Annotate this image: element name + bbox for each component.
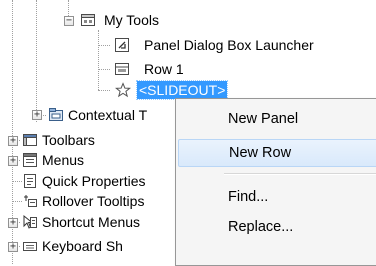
menu-separator <box>224 173 376 175</box>
menu-item-find[interactable]: Find... <box>178 183 376 211</box>
expand-toggle[interactable]: + <box>8 218 18 228</box>
tree-line <box>98 90 110 91</box>
tree-item-label: Quick Properties <box>42 173 146 189</box>
menu-item-new-row[interactable]: New Row <box>178 139 376 167</box>
tree-item-label: Shortcut Menus <box>42 214 141 230</box>
menu-item-replace[interactable]: Replace... <box>178 213 376 241</box>
tree-item-row-1[interactable]: Row 1 <box>142 59 186 79</box>
shortcut-menus-icon <box>23 214 37 229</box>
row-icon <box>115 63 129 75</box>
menu-item-new-panel[interactable]: New Panel <box>178 105 376 133</box>
keyboard-shortcuts-icon <box>23 242 37 251</box>
tree-item-label: Panel Dialog Box Launcher <box>144 37 314 53</box>
menus-icon <box>23 153 37 167</box>
tree-item-my-tools[interactable]: My Tools <box>102 10 161 30</box>
menu-item-label: Find... <box>228 189 269 205</box>
tree-item-label: My Tools <box>104 12 159 28</box>
tree-item-slideout[interactable]: <SLIDEOUT> <box>135 80 229 100</box>
context-menu: New Panel New Row Find... Replace... <box>175 98 376 266</box>
tree-line <box>98 30 99 90</box>
tree-item-contextual-tab-states[interactable]: Contextual T <box>66 105 149 125</box>
tree-item-toolbars[interactable]: Toolbars <box>40 130 97 150</box>
tree-item-label: <SLIDEOUT> <box>135 80 229 100</box>
contextual-tabs-icon <box>49 108 63 121</box>
menu-item-label: Replace... <box>228 219 294 235</box>
tree-item-label: Keyboard Sh <box>42 238 123 254</box>
tree-item-menus[interactable]: Menus <box>40 150 86 170</box>
panel-folder-icon <box>81 14 95 26</box>
tree-line <box>12 201 22 202</box>
menu-item-label: New Row <box>229 145 292 161</box>
tree-item-shortcut-menus[interactable]: Shortcut Menus <box>40 212 142 232</box>
tree-item-keyboard-shortcuts[interactable]: Keyboard Sh <box>40 236 125 256</box>
star-icon <box>115 82 131 98</box>
tree-item-label: Toolbars <box>42 132 95 148</box>
tree-item-panel-dialog-box-launcher[interactable]: Panel Dialog Box Launcher <box>142 35 316 55</box>
quick-properties-icon <box>24 174 36 188</box>
expand-toggle[interactable]: + <box>8 136 18 146</box>
collapse-toggle[interactable]: − <box>64 16 74 26</box>
rollover-tooltips-icon <box>24 195 37 207</box>
toolbars-icon <box>23 134 37 146</box>
expand-toggle[interactable]: + <box>8 156 18 166</box>
dialog-launcher-icon <box>115 38 129 52</box>
tree-line <box>98 45 110 46</box>
tree-item-quick-properties[interactable]: Quick Properties <box>40 171 147 191</box>
tree-line <box>98 69 110 70</box>
tree-item-label: Menus <box>42 152 85 168</box>
tree-item-rollover-tooltips[interactable]: Rollover Tooltips <box>40 191 146 211</box>
tree-item-label: Rollover Tooltips <box>42 193 145 209</box>
tree-item-label: Contextual T <box>68 107 148 123</box>
tree-item-label: Row 1 <box>144 61 184 77</box>
expand-toggle[interactable]: + <box>8 242 18 252</box>
tree-line <box>12 181 22 182</box>
expand-toggle[interactable]: + <box>32 110 42 120</box>
menu-item-label: New Panel <box>228 111 299 127</box>
tree-line <box>36 0 37 122</box>
